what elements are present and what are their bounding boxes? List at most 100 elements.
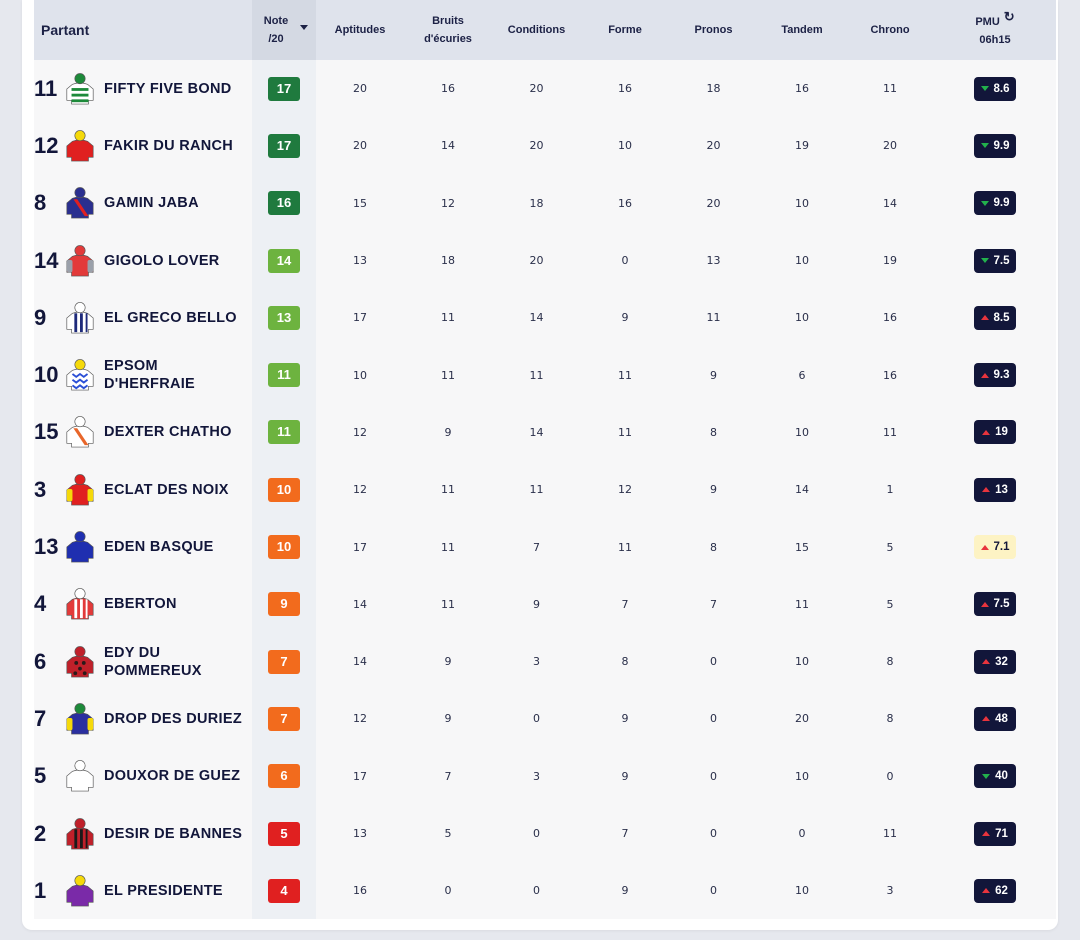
chrono-cell: 11 xyxy=(883,425,897,439)
arrow-up-icon xyxy=(982,888,991,894)
header-pmu[interactable]: PMU ↻ 06h15 xyxy=(934,0,1056,60)
note-cell: 7 xyxy=(252,632,316,691)
aptitudes-cell: 17 xyxy=(353,769,367,783)
forme-cell: 7 xyxy=(621,827,629,840)
horse-name[interactable]: EBERTON xyxy=(104,595,177,613)
aptitudes-cell: 12 xyxy=(353,483,367,497)
chrono-cell: 20 xyxy=(883,139,897,153)
horse-name[interactable]: ECLAT DES NOIX xyxy=(104,481,229,499)
jockey-silk-icon xyxy=(66,130,94,162)
table-row[interactable]: 4 EBERTON 9 14 11 9 7 7 11 5 7.5 xyxy=(34,575,1056,633)
conditions-cell: 0 xyxy=(533,827,540,840)
partant-cell: 12 FAKIR DU RANCH xyxy=(34,117,252,174)
odds-badge[interactable]: 32 xyxy=(974,649,1016,674)
odds-badge[interactable]: 9.3 xyxy=(974,363,1016,388)
horse-name[interactable]: DESIR DE BANNES xyxy=(104,825,242,843)
table-row[interactable]: 1 EL PRESIDENTE 4 16 0 0 9 0 10 3 62 xyxy=(34,862,1056,920)
bruits-cell: 11 xyxy=(441,597,455,611)
forme-cell: 16 xyxy=(618,196,632,210)
jockey-silk-icon xyxy=(66,416,94,448)
horse-name[interactable]: DROP DES DURIEZ xyxy=(104,710,242,728)
table-row[interactable]: 12 FAKIR DU RANCH 17 20 14 20 10 20 19 2… xyxy=(34,117,1056,175)
odds-badge[interactable]: 7.5 xyxy=(974,248,1016,273)
tandem-cell: 6 xyxy=(798,368,806,382)
table-row[interactable]: 13 EDEN BASQUE 10 17 11 7 11 8 15 5 7.1 xyxy=(34,518,1056,576)
horse-name[interactable]: EDY DU POMMEREUX xyxy=(104,644,202,680)
horse-name[interactable]: EPSOM D'HERFRAIE xyxy=(104,357,195,393)
sort-caret-icon[interactable] xyxy=(300,25,308,30)
odds-badge[interactable]: 48 xyxy=(974,706,1016,731)
header-chrono[interactable]: Chrono xyxy=(846,0,934,60)
refresh-icon[interactable]: ↻ xyxy=(1004,8,1015,26)
header-forme[interactable]: Forme xyxy=(581,0,669,60)
horse-name[interactable]: FIFTY FIVE BOND xyxy=(104,80,232,98)
horse-name[interactable]: GIGOLO LOVER xyxy=(104,252,220,270)
odds-badge[interactable]: 9.9 xyxy=(974,133,1016,158)
odds-badge[interactable]: 9.9 xyxy=(974,191,1016,216)
header-conditions[interactable]: Conditions xyxy=(492,0,581,60)
jockey-silk-icon xyxy=(66,301,94,334)
odds-badge[interactable]: 8.5 xyxy=(974,305,1016,330)
table-row[interactable]: 6 EDY DU POMMEREUX 7 14 9 3 8 0 10 8 32 xyxy=(34,632,1056,691)
note-badge: 5 xyxy=(268,821,300,846)
conditions-cell: 20 xyxy=(529,254,544,268)
odds-badge[interactable]: 40 xyxy=(974,764,1016,789)
odds-badge[interactable]: 71 xyxy=(974,821,1016,846)
runner-number: 8 xyxy=(34,190,47,216)
note-badge: 16 xyxy=(268,191,300,216)
table-row[interactable]: 15 DEXTER CHATHO 11 12 9 14 11 8 10 11 1… xyxy=(34,403,1056,462)
table-row[interactable]: 3 ECLAT DES NOIX 10 12 11 11 12 9 14 1 1… xyxy=(34,461,1056,519)
odds-badge[interactable]: 7.5 xyxy=(974,592,1016,617)
odds-value: 13 xyxy=(995,483,1008,496)
horse-name[interactable]: EL GRECO BELLO xyxy=(104,309,237,327)
tandem-cell: 10 xyxy=(795,655,809,669)
jockey-silk-icon xyxy=(66,244,94,276)
table-row[interactable]: 8 GAMIN JABA 16 15 12 18 16 20 10 14 9.9 xyxy=(34,174,1056,232)
table-row[interactable]: 2 DESIR DE BANNES 5 13 5 0 7 0 0 11 71 xyxy=(34,804,1056,863)
pmu-cell: 19 xyxy=(934,404,1056,461)
partant-cell: 7 DROP DES DURIEZ xyxy=(34,690,252,747)
jockey-silk-icon xyxy=(66,817,94,849)
table-row[interactable]: 11 FIFTY FIVE BOND 17 20 16 20 16 18 16 … xyxy=(34,60,1056,118)
odds-badge[interactable]: 7.1 xyxy=(974,535,1016,560)
conditions-cell: 7 xyxy=(533,540,540,554)
pmu-cell: 9.9 xyxy=(934,117,1056,174)
note-badge: 9 xyxy=(268,592,300,617)
horse-name[interactable]: DEXTER CHATHO xyxy=(104,423,232,441)
header-bruits[interactable]: Bruits d'écuries xyxy=(404,0,492,60)
table-row[interactable]: 7 DROP DES DURIEZ 7 12 9 0 9 0 20 8 48 xyxy=(34,690,1056,748)
arrow-up-icon xyxy=(980,601,989,607)
note-cell: 6 xyxy=(252,747,316,805)
forme-cell: 9 xyxy=(621,769,629,783)
aptitudes-cell: 20 xyxy=(353,139,367,153)
header-note-scale: /20 xyxy=(268,33,284,45)
note-cell: 11 xyxy=(252,346,316,404)
pronos-cell: 8 xyxy=(710,425,717,439)
bruits-cell: 9 xyxy=(444,712,452,726)
tandem-cell: 14 xyxy=(795,483,809,497)
header-partant[interactable]: Partant xyxy=(34,0,252,60)
odds-badge[interactable]: 13 xyxy=(974,477,1016,502)
horse-name[interactable]: EL PRESIDENTE xyxy=(104,882,223,900)
header-tandem[interactable]: Tandem xyxy=(758,0,846,60)
note-cell: 4 xyxy=(252,862,316,920)
table-row[interactable]: 5 DOUXOR DE GUEZ 6 17 7 3 9 0 10 0 40 xyxy=(34,747,1056,805)
horse-name[interactable]: EDEN BASQUE xyxy=(104,538,214,556)
odds-badge[interactable]: 19 xyxy=(974,420,1016,445)
table-row[interactable]: 14 GIGOLO LOVER 14 13 18 20 0 13 10 19 7… xyxy=(34,231,1056,290)
aptitudes-cell: 14 xyxy=(353,597,367,611)
header-aptitudes[interactable]: Aptitudes xyxy=(316,0,404,60)
header-pronos[interactable]: Pronos xyxy=(669,0,758,60)
arrow-up-icon xyxy=(980,544,989,550)
horse-name[interactable]: DOUXOR DE GUEZ xyxy=(104,767,240,785)
odds-badge[interactable]: 62 xyxy=(974,878,1016,903)
table-row[interactable]: 10 EPSOM D'HERFRAIE 11 10 11 11 11 9 6 16… xyxy=(34,346,1056,404)
horse-name[interactable]: GAMIN JABA xyxy=(104,194,199,212)
conditions-cell: 20 xyxy=(529,139,544,153)
note-badge: 7 xyxy=(268,649,300,674)
header-note[interactable]: Note/20 xyxy=(252,0,316,60)
horse-name[interactable]: FAKIR DU RANCH xyxy=(104,137,233,155)
odds-badge[interactable]: 8.6 xyxy=(974,76,1016,101)
table-row[interactable]: 9 EL GRECO BELLO 13 17 11 14 9 11 10 16 … xyxy=(34,289,1056,347)
partant-cell: 15 DEXTER CHATHO xyxy=(34,404,252,461)
